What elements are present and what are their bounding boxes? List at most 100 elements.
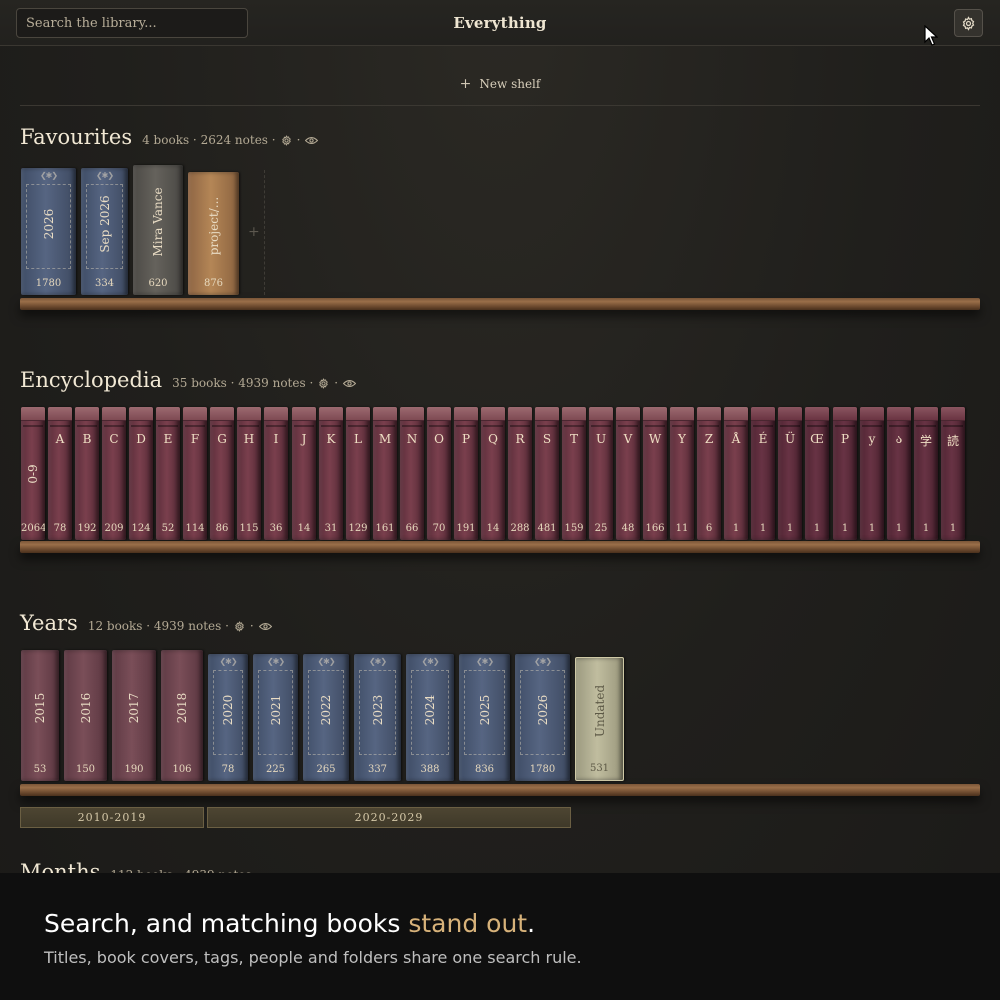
book-spine[interactable]: V 48 [616,407,640,540]
spine-cap [751,407,775,421]
shelf-title[interactable]: Encyclopedia [20,368,162,392]
book-spine[interactable]: Z6 [697,407,721,540]
shelf-stats: 12 books · 4939 notes · [87,619,229,633]
spine-band [375,425,395,427]
gear-icon[interactable] [281,134,292,146]
caption-panel: Search, and matching books stand out. Ti… [0,873,1000,1000]
book-spine[interactable]: I 36 [264,407,288,540]
book-spine[interactable]: y1 [860,407,884,540]
gear-icon[interactable] [318,377,329,389]
book-spine[interactable]: ❮✱❯ 2022 265 [303,654,349,781]
book-spine[interactable]: ❮✱❯ Sep 2026 334 [81,168,128,295]
book-note-count: 161 [375,523,395,534]
shelf-board [20,784,980,796]
book-spine[interactable]: J 14 [292,407,316,540]
eye-icon[interactable] [343,378,357,389]
book-spine[interactable]: N 66 [400,407,424,540]
book-spine[interactable]: ❮✱❯ 2023 337 [354,654,401,781]
book-label: O [434,432,444,446]
ornament-icon: ❮✱❯ [475,657,494,666]
book-spine[interactable]: 2015 53 [21,650,59,781]
book-spine[interactable]: H 115 [237,407,261,540]
book-spine[interactable]: Y 11 [670,407,694,540]
book-note-count: 1 [841,523,849,534]
book-spine[interactable]: Ü1 [778,407,802,540]
book-spine[interactable]: ❮✱❯ 2024 388 [406,654,454,781]
book-spine[interactable]: ❮✱❯ 2021 225 [253,654,298,781]
book-note-count: 1 [813,523,821,534]
new-shelf-button[interactable]: + New shelf [20,76,980,106]
book-spine[interactable]: 2018 106 [161,650,203,781]
book-label: P [840,432,850,446]
decade-tab-2010s[interactable]: 2010-2019 [20,807,204,828]
book-spine[interactable]: S 481 [535,407,559,540]
book-spine[interactable]: ❮✱❯ 2026 1780 [21,168,76,295]
book-label: 2026 [535,694,550,725]
book-spine[interactable]: G 86 [210,407,234,540]
book-label: 2016 [78,692,93,723]
book-label: 2020 [221,694,235,725]
eye-icon[interactable] [258,621,272,632]
book-spine[interactable]: B 192 [75,407,99,540]
book-spine[interactable]: ა1 [887,407,911,540]
book-spine[interactable]: O 70 [427,407,451,540]
spine-band [348,425,368,427]
book-spine[interactable]: P1 [833,407,857,540]
book-spine[interactable]: K 31 [319,407,343,540]
shelf-board [20,541,980,553]
book-spine[interactable]: ❮✱❯ 2026 1780 [515,654,570,781]
book-label: B [82,432,92,446]
book-spine[interactable]: 学1 [914,407,938,540]
book-spine[interactable]: Œ1 [805,407,829,540]
book-note-count: 66 [405,523,419,534]
book-note-count: 192 [77,523,97,534]
book-spine[interactable]: 2017 190 [112,650,156,781]
book-spine[interactable]: C 209 [102,407,126,540]
book-note-count: 166 [645,523,665,534]
gear-icon[interactable] [234,620,245,632]
book-spine[interactable]: U 25 [589,407,613,540]
book-spine[interactable]: ❮✱❯ 2020 78 [208,654,248,781]
settings-button[interactable] [954,9,983,37]
book-spine[interactable]: L 129 [346,407,370,540]
book-spine[interactable]: M 161 [373,407,397,540]
book-spine[interactable]: F 114 [183,407,207,540]
book-spine[interactable]: P 191 [454,407,478,540]
book-spine[interactable]: D 124 [129,407,153,540]
book-spine[interactable]: 0-9 2064 [21,407,45,540]
book-label: 学 [919,434,932,448]
book-spine[interactable]: 2016 150 [64,650,107,781]
book-spine[interactable]: Å1 [724,407,748,540]
spine-cap [833,407,857,421]
book-spine[interactable]: E 52 [156,407,180,540]
book-spine[interactable]: É1 [751,407,775,540]
spine-band [889,425,909,427]
book-label: W [648,432,662,446]
add-book-plus-icon[interactable]: + [248,224,260,240]
book-spine[interactable]: A 78 [48,407,72,540]
shelf-title[interactable]: Favourites [20,125,132,149]
book-spine[interactable]: W 166 [643,407,667,540]
separator-dot: · [334,376,339,390]
book-spine[interactable]: Mira Vance 620 [133,165,183,295]
spine-band [212,425,232,427]
shelf-stats: 4 books · 2624 notes · [142,133,276,147]
book-spine[interactable]: R 288 [508,407,532,540]
spine-band [185,425,205,427]
shelf-title[interactable]: Years [20,611,78,635]
spine-cap [508,407,532,421]
book-label: N [406,432,418,446]
spine-cap [210,407,234,421]
book-spine[interactable]: Q 14 [481,407,505,540]
book-spine[interactable]: project/... 876 [188,172,239,295]
book-spine[interactable]: T 159 [562,407,586,540]
book-note-count: 265 [316,764,336,775]
gear-icon [962,15,975,31]
book-spine[interactable]: 読1 [941,407,965,540]
eye-icon[interactable] [305,135,319,146]
book-spine[interactable]: Undated 531 [575,657,624,781]
book-spine[interactable]: ❮✱❯ 2025 836 [459,654,510,781]
ornament-icon: ❮✱❯ [219,657,237,666]
decade-tab-2020s[interactable]: 2020-2029 [207,807,571,828]
book-label: É [758,432,768,446]
